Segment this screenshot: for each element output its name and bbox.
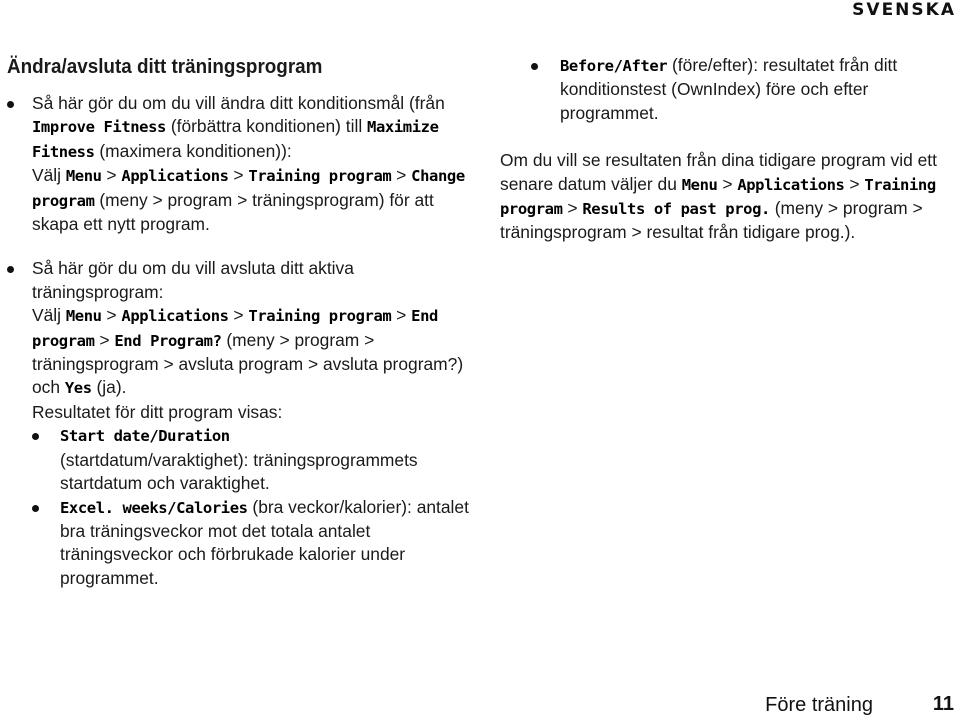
ui-term: Results of past prog.	[582, 200, 770, 219]
separator: >	[391, 305, 412, 326]
text: (förbättra konditionen) till	[165, 116, 368, 137]
text: Välj	[32, 165, 66, 186]
bullet-icon	[32, 504, 39, 512]
ui-term: Before/After	[560, 57, 668, 75]
separator: >	[717, 173, 738, 194]
text: Så här gör du om du vill ändra ditt kond…	[32, 93, 445, 113]
ui-term: Excel. weeks/Calories	[60, 498, 248, 517]
right-column: Before/After (före/efter): resultatet fr…	[500, 54, 960, 245]
separator: >	[94, 329, 115, 350]
result-item: Excel. weeks/Calories (bra veckor/kalori…	[32, 496, 477, 591]
footer-section-label: Före träning	[765, 694, 873, 716]
end-program-bullet: Så här gör du om du vill avsluta ditt ak…	[7, 257, 477, 590]
separator: >	[101, 305, 122, 326]
separator: >	[844, 173, 865, 194]
ui-term: Improve Fitness	[32, 118, 166, 137]
ui-term: Applications	[121, 167, 229, 186]
ui-term: Menu	[65, 167, 102, 186]
text: Så här gör du om du vill avsluta ditt ak…	[32, 258, 354, 302]
separator: >	[228, 165, 249, 186]
text: (ja).	[91, 377, 127, 398]
bullet-icon	[7, 266, 14, 274]
text: Välj	[32, 305, 66, 326]
text: (maximera konditionen)):	[94, 140, 292, 161]
separator: >	[101, 165, 122, 186]
ui-term: Training program	[248, 167, 392, 186]
language-header: SVENSKA	[852, 0, 956, 20]
section-title: Ändra/avsluta ditt träningsprogram	[7, 55, 323, 78]
text: Resultatet för ditt program visas:	[32, 401, 283, 422]
bullet-icon	[531, 63, 538, 70]
change-program-bullet: Så här gör du om du vill ändra ditt kond…	[7, 92, 477, 236]
ui-term: Applications	[737, 175, 845, 194]
ui-term: Yes	[64, 379, 92, 398]
ui-term: Start date/Duration	[60, 427, 230, 446]
ui-term: Applications	[121, 307, 229, 326]
result-item: Start date/Duration (startdatum/varaktig…	[32, 424, 477, 495]
past-results-paragraph: Om du vill se resultaten från dina tidig…	[500, 149, 960, 245]
separator: >	[391, 165, 412, 186]
change-program-text: Så här gör du om du vill ändra ditt kond…	[32, 92, 477, 236]
separator: >	[228, 305, 249, 326]
text: (startdatum/varaktighet): träningsprogra…	[60, 449, 418, 494]
ui-term: End Program?	[114, 331, 222, 350]
separator: >	[562, 198, 583, 219]
ui-term: Menu	[65, 307, 102, 326]
bullet-icon	[7, 101, 14, 108]
ui-term: Training program	[248, 307, 392, 326]
left-column: Ändra/avsluta ditt träningsprogram Så hä…	[7, 54, 477, 590]
before-after-bullet: Before/After (före/efter): resultatet fr…	[531, 54, 960, 125]
end-program-text: Så här gör du om du vill avsluta ditt ak…	[32, 257, 477, 424]
ui-term: Menu	[681, 175, 718, 194]
bullet-icon	[32, 433, 39, 441]
page-number: 11	[932, 693, 954, 715]
